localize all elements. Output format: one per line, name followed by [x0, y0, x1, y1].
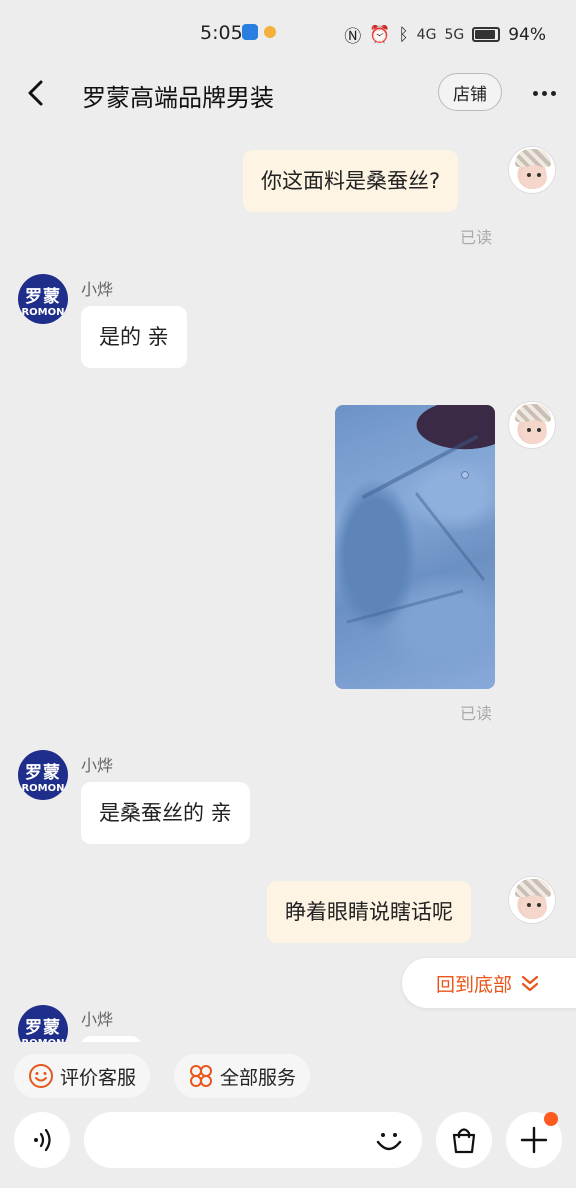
alarm-icon: ⏰: [369, 24, 391, 45]
user-avatar[interactable]: [508, 146, 556, 194]
more-options-icon[interactable]: [526, 78, 562, 108]
double-chevron-down-icon: [521, 975, 539, 992]
sender-name: 小烨: [81, 756, 114, 775]
scroll-to-bottom-button[interactable]: 回到底部: [402, 958, 576, 1008]
rate-service-label: 评价客服: [60, 1066, 137, 1089]
user-avatar[interactable]: [508, 876, 556, 924]
status-time: 5:05: [200, 22, 243, 44]
quick-actions-bar: 评价客服 全部服务: [0, 1054, 576, 1100]
status-indicators: Ⓝ ⏰ ᛒ 4G 5G 94%: [344, 22, 546, 48]
battery-icon: [472, 27, 501, 42]
app-notification-icon: [242, 24, 258, 40]
input-bar: [0, 1112, 576, 1168]
more-actions-button[interactable]: [506, 1112, 562, 1168]
user-avatar[interactable]: [508, 401, 556, 449]
read-status: 已读: [460, 704, 493, 723]
voice-input-button[interactable]: [14, 1112, 70, 1168]
message-bubble-incoming[interactable]: 是的 亲: [81, 306, 187, 368]
notification-dot: [544, 1112, 558, 1126]
all-services-label: 全部服务: [220, 1066, 297, 1089]
nfc-icon: Ⓝ: [344, 27, 362, 47]
battery-percent: 94%: [508, 24, 546, 45]
read-status: 已读: [460, 228, 493, 247]
bluetooth-icon: ᛒ: [398, 24, 409, 45]
store-button[interactable]: 店铺: [438, 73, 502, 111]
product-button[interactable]: [436, 1112, 492, 1168]
page-title: 罗蒙高端品牌男装: [82, 84, 274, 112]
signal-5g: 5G: [444, 26, 465, 43]
rate-service-button[interactable]: 评价客服: [14, 1054, 151, 1098]
all-services-button[interactable]: 全部服务: [174, 1054, 311, 1098]
sender-name: 小烨: [81, 1010, 114, 1029]
plus-icon: [520, 1126, 548, 1154]
chat-header: 罗蒙高端品牌男装 店铺: [0, 66, 576, 122]
voice-wave-icon: [34, 1128, 51, 1152]
emoji-icon[interactable]: [372, 1124, 406, 1158]
message-bubble-incoming[interactable]: 是桑蚕丝的 亲: [81, 782, 250, 844]
status-bar: 5:05 Ⓝ ⏰ ᛒ 4G 5G 94%: [0, 0, 576, 66]
signal-4g: 4G: [416, 26, 437, 43]
shop-avatar[interactable]: 罗蒙 ROMON: [18, 274, 68, 324]
grid-dots-icon: [190, 1065, 212, 1087]
scroll-to-bottom-label: 回到底部: [436, 973, 513, 996]
shirt-fabric-photo[interactable]: [335, 405, 495, 689]
chat-messages[interactable]: 你这面料是桑蚕丝? 已读 罗蒙 ROMON 小烨 是的 亲 已读 罗蒙 ROMO…: [0, 122, 576, 1042]
back-arrow-icon[interactable]: [22, 78, 52, 108]
app-notification-icon-2: [264, 26, 276, 38]
message-bubble-incoming[interactable]: [81, 1036, 141, 1042]
sender-name: 小烨: [81, 280, 114, 299]
shop-avatar[interactable]: 罗蒙 ROMON: [18, 1005, 68, 1042]
shopping-bag-icon: [452, 1128, 476, 1154]
smile-icon: [29, 1064, 53, 1088]
shop-avatar[interactable]: 罗蒙 ROMON: [18, 750, 68, 800]
message-bubble-outgoing[interactable]: 你这面料是桑蚕丝?: [243, 150, 459, 212]
message-bubble-outgoing[interactable]: 睁着眼睛说瞎话呢: [267, 881, 471, 943]
